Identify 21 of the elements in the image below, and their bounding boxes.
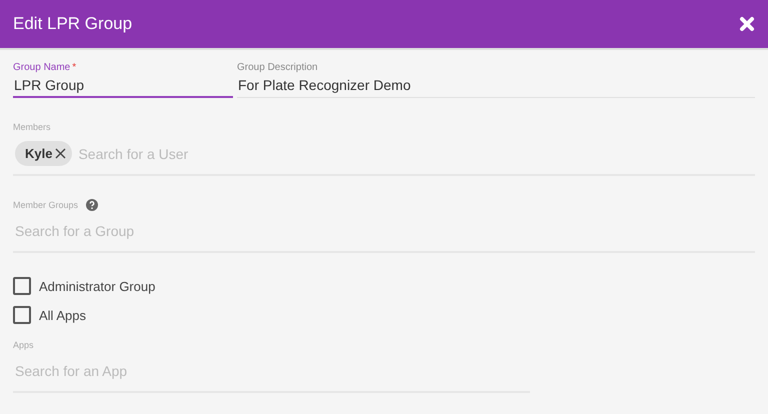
required-mark: * <box>72 62 76 75</box>
checkbox[interactable] <box>13 306 31 324</box>
member-chip[interactable]: Kyle <box>15 141 72 166</box>
close-icon <box>739 16 755 32</box>
field-label: Member Groups <box>13 200 78 210</box>
field-label: Apps <box>13 340 34 350</box>
text-field[interactable]: LPR Group <box>13 75 233 98</box>
checkbox[interactable] <box>13 277 31 295</box>
window-title: Edit LPR Group <box>13 14 132 34</box>
field-label: Group Description <box>237 62 318 75</box>
group-search-field[interactable]: Search for a Group <box>15 219 753 243</box>
field-label: Members <box>13 122 51 132</box>
close-button[interactable] <box>738 15 756 33</box>
text-field[interactable]: For Plate Recognizer Demo <box>237 75 755 98</box>
help-icon[interactable] <box>86 198 98 210</box>
checkbox-label: All Apps <box>39 308 86 322</box>
remove-icon[interactable] <box>55 148 66 159</box>
app-search-field[interactable]: Search for an App <box>15 359 528 383</box>
checkbox-label: Administrator Group <box>39 278 156 294</box>
field-label: Group Name <box>13 62 70 75</box>
user-search-field[interactable]: Search for a User <box>78 142 753 166</box>
